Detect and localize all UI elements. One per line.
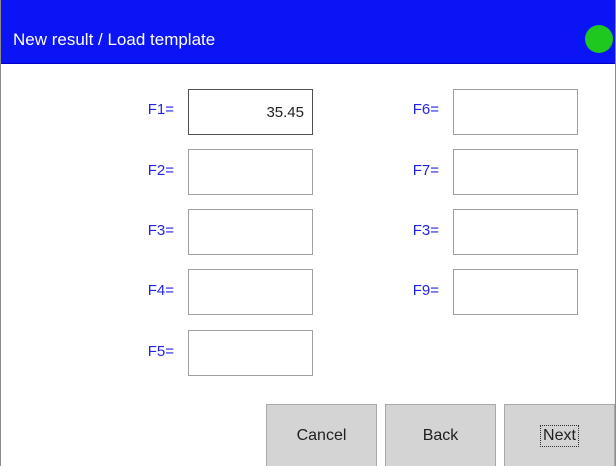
cancel-button-label: Cancel (296, 426, 347, 444)
field-input-f7[interactable] (453, 149, 578, 195)
field-label-f5: F5= (147, 343, 174, 360)
cancel-button[interactable]: Cancel (266, 404, 377, 466)
field-label-f7: F7= (412, 162, 439, 179)
title-bar: New result / Load template (1, 0, 615, 64)
field-label-f8: F3= (412, 222, 439, 239)
status-indicator-icon (585, 25, 613, 53)
field-input-f2[interactable] (188, 149, 313, 195)
field-label-f9: F9= (412, 282, 439, 299)
field-label-f4: F4= (147, 282, 174, 299)
field-input-f3[interactable] (188, 209, 313, 255)
back-button-label: Back (422, 426, 459, 444)
field-label-f3: F3= (147, 222, 174, 239)
field-input-f6[interactable] (453, 89, 578, 135)
field-input-f5[interactable] (188, 330, 313, 376)
dialog-window: New result / Load template F1= F2= F3= F… (0, 0, 616, 466)
next-button-label: Next (540, 424, 579, 447)
next-button[interactable]: Next (504, 404, 615, 466)
field-label-f1: F1= (147, 101, 174, 118)
back-button[interactable]: Back (385, 404, 496, 466)
field-input-f9[interactable] (453, 269, 578, 315)
field-input-f4[interactable] (188, 269, 313, 315)
field-input-f8[interactable] (453, 209, 578, 255)
window-title: New result / Load template (13, 30, 216, 49)
field-label-f2: F2= (147, 162, 174, 179)
field-label-f6: F6= (412, 101, 439, 118)
field-input-f1[interactable] (188, 89, 313, 135)
